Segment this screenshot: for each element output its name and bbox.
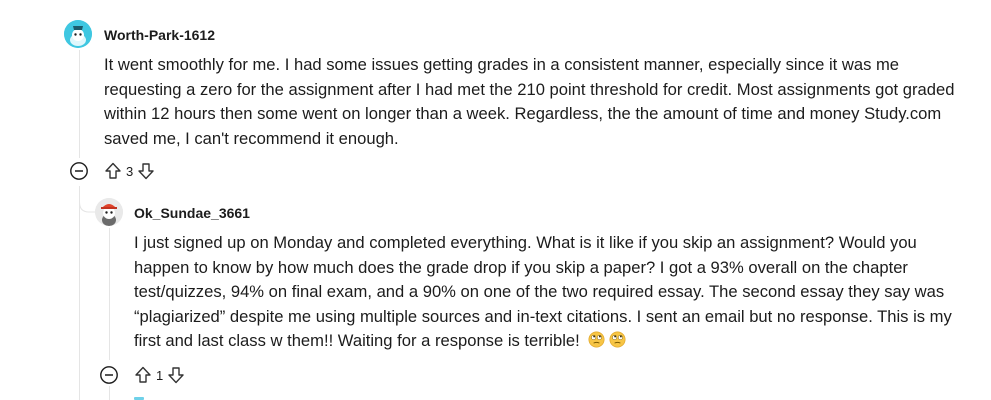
- collapse-thread-icon[interactable]: [69, 161, 89, 181]
- vote-count: 3: [126, 163, 134, 179]
- collapse-thread-icon[interactable]: [99, 365, 119, 385]
- comment-body: It went smoothly for me. I had some issu…: [104, 55, 955, 148]
- thread-line-reply-lower: [109, 386, 110, 400]
- thread-line-reply: [109, 228, 110, 360]
- snoo-avatar-icon: [64, 20, 92, 48]
- downvote-icon[interactable]: [136, 161, 156, 181]
- avatar[interactable]: [64, 20, 92, 48]
- comment-username[interactable]: Ok_Sundae_3661: [134, 205, 250, 221]
- comment-username[interactable]: Worth-Park-1612: [104, 27, 215, 43]
- vote-count: 1: [156, 367, 164, 383]
- comment-actions: 1: [133, 363, 186, 387]
- thread-line-main-lower: [79, 186, 80, 400]
- thread-line-main: [79, 50, 80, 158]
- comment-actions: 3: [103, 159, 156, 183]
- comment-body: I just signed up on Monday and completed…: [134, 231, 974, 354]
- upvote-icon[interactable]: [103, 161, 123, 181]
- downvote-icon[interactable]: [166, 365, 186, 385]
- upvote-icon[interactable]: [133, 365, 153, 385]
- snoo-avatar-icon: [95, 198, 123, 226]
- face-with-rolling-eyes-emoji: [609, 331, 626, 348]
- face-with-rolling-eyes-emoji: [588, 331, 605, 348]
- avatar[interactable]: [95, 198, 123, 226]
- comment-text: I just signed up on Monday and completed…: [134, 233, 952, 350]
